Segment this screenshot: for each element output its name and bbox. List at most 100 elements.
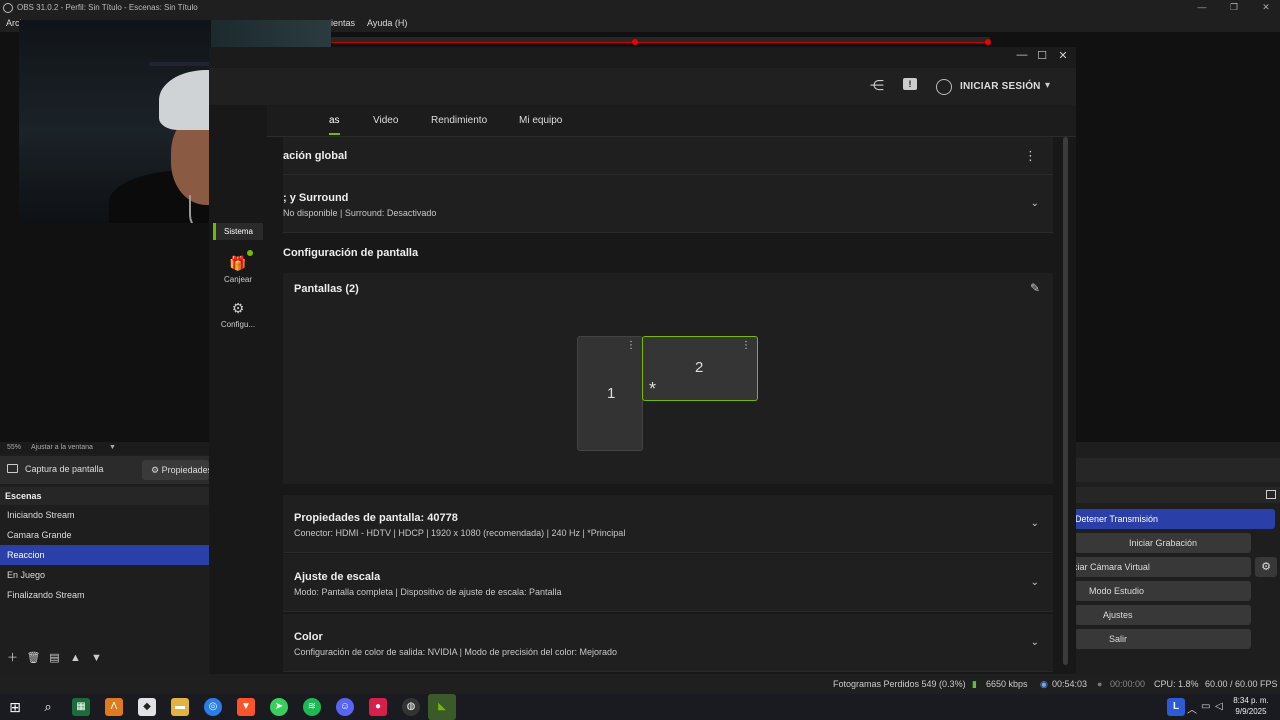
more-vertical-icon[interactable]: ⋮ [1024,148,1037,164]
arrow-down-icon[interactable]: ▼ [89,651,104,666]
app-icon-3[interactable]: ◆ [138,698,156,716]
settings-button[interactable]: Ajustes [1075,605,1251,625]
feedback-icon[interactable]: ! [903,78,917,90]
preview-fit-select[interactable]: Ajustar a la ventana [31,444,93,451]
obs-right-toolbar [1075,458,1280,482]
maximize-icon[interactable]: ❐ [1218,0,1250,14]
add-icon[interactable]: ＋ [5,651,20,666]
stream-time: 00:54:03 [1052,679,1088,689]
chevron-down-icon[interactable]: ▼ [109,444,116,451]
nvidia-content: ación global ⋮ ; y Surround No disponibl… [267,137,1062,674]
brave-icon[interactable]: ▼ [237,698,255,716]
obs-title-bar: OBS 31.0.2 - Perfil: Sin Título - Escena… [0,0,1280,15]
folder-icon[interactable]: ▬ [171,698,189,716]
surround-card[interactable]: ; y Surround No disponible | Surround: D… [283,175,1053,233]
controls-header [1075,487,1280,503]
monitor-label: 2 [695,359,704,376]
nvidia-tabs: as Video Rendimiento Mi equipo [267,105,1076,137]
monitor-label: 1 [607,385,616,402]
volume-icon[interactable]: ◁ [1215,701,1223,712]
close-icon[interactable]: ✕ [1250,0,1280,14]
sidebar-item-label: Configu... [220,320,256,329]
tab-video[interactable]: Video [373,115,398,126]
chevron-down-icon[interactable]: ⌄ [1031,518,1039,529]
edit-icon[interactable]: ✎ [1030,281,1040,295]
content-scrollbar[interactable] [1062,137,1068,667]
system-clock[interactable]: 8:34 p. m. 9/9/2025 [1226,695,1276,717]
transform-handle[interactable] [632,39,638,45]
studio-mode-button[interactable]: Modo Estudio [1075,581,1251,601]
minimize-icon[interactable]: — [1186,0,1218,14]
network-icon[interactable]: ▭ [1201,701,1210,712]
windows-start-icon[interactable]: ⊞ [6,698,24,716]
display-properties-card[interactable]: Propiedades de pantalla: 40778 Conector:… [283,495,1053,553]
scene-item[interactable]: Finalizando Stream [0,585,209,605]
global-config-card[interactable]: ación global ⋮ [283,137,1053,175]
source-toolbar: Captura de pantalla ⚙ Propiedades [0,456,209,484]
search-icon[interactable]: ⌕ [39,698,57,716]
tab-rendimiento[interactable]: Rendimiento [431,115,487,126]
signal-icon: ▮ [972,679,977,689]
chevron-down-icon[interactable]: ▾ [1045,80,1050,91]
arrow-up-icon[interactable]: ▲ [68,651,83,666]
transform-handle[interactable] [985,39,991,45]
chevron-down-icon[interactable]: ⌄ [1031,577,1039,588]
properties-button[interactable]: ⚙ Propiedades [142,460,209,480]
menu-ayuda[interactable]: Ayuda (H) [367,18,407,28]
chrome-icon[interactable]: ◎ [204,698,222,716]
language-indicator[interactable]: L [1167,698,1185,716]
app-icon-5[interactable]: ● [369,698,387,716]
filter-icon[interactable]: ▤ [47,651,62,666]
scene-item-active[interactable]: Reaccion [0,545,209,565]
more-vertical-icon[interactable]: ⋮ [626,340,636,351]
more-vertical-icon[interactable]: ⋮ [741,340,751,351]
scene-item[interactable]: En Juego [0,565,209,585]
chevron-down-icon[interactable]: ⌄ [1031,637,1039,648]
scene-item[interactable]: Iniciando Stream [0,505,209,525]
avatar-icon[interactable] [936,79,952,95]
tab-pantallas[interactable]: as [329,115,340,135]
app-icon-2[interactable]: Λ [105,698,123,716]
exit-button[interactable]: Salir [1075,629,1251,649]
maximize-icon[interactable]: ☐ [1032,49,1052,62]
stop-stream-button[interactable]: Detener Transmisión [1073,509,1275,529]
undock-icon[interactable] [1266,490,1276,499]
spotify-icon[interactable]: ≋ [303,698,321,716]
sidebar-item-redeem[interactable]: 🎁 Canjear [209,255,267,284]
obs-status-bar: Fotogramas Perdidos 549 (0.3%) ▮ 6650 kb… [0,674,1280,694]
login-button[interactable]: INICIAR SESIÓN [960,81,1041,92]
sidebar-item-system[interactable]: Sistema [213,223,263,240]
nvidia-app-window: — ☐ ✕ ⋲ ! INICIAR SESIÓN ▾ Sistema 🎁 Can… [209,47,1076,674]
obs-icon[interactable]: ◍ [402,698,420,716]
app-icon-1[interactable]: ▦ [72,698,90,716]
monitor-tile-1[interactable]: ⋮ 1 [577,336,643,451]
surround-subtitle: No disponible | Surround: Desactivado [283,208,437,218]
share-icon[interactable]: ⋲ [870,77,884,94]
gear-icon[interactable]: ⚙ [1255,557,1277,577]
card-title: Ajuste de escala [294,571,381,583]
minimize-icon[interactable]: — [1012,49,1032,61]
gear-icon: ⚙ [231,300,245,316]
sidebar-item-settings[interactable]: ⚙ Configu... [209,300,267,329]
preview-scale-row: 55% Ajustar a la ventana ▼ [0,442,209,454]
obs-logo-icon [3,2,13,13]
chevron-down-icon[interactable]: ⌄ [1031,198,1039,209]
scrollbar-thumb[interactable] [1063,137,1068,665]
menu-herramientas[interactable]: ientas [331,18,355,28]
start-recording-button[interactable]: Iniciar Grabación [1075,533,1251,553]
scene-item[interactable]: Camara Grande [0,525,209,545]
app-icon-4[interactable]: ➤ [270,698,288,716]
chevron-up-icon[interactable]: ︿ [1187,701,1197,716]
tab-mi-equipo[interactable]: Mi equipo [519,115,562,126]
global-config-title: ación global [283,150,348,162]
monitor-tile-2[interactable]: ⋮ 2 * [642,336,758,401]
discord-icon[interactable]: ☺ [336,698,354,716]
trash-icon[interactable]: 🗑 [26,651,41,666]
display-section-title: Configuración de pantalla [283,247,419,259]
color-card[interactable]: Color Configuración de color de salida: … [283,614,1053,672]
gift-icon: 🎁 [229,255,247,271]
scaling-card[interactable]: Ajuste de escala Modo: Pantalla completa… [283,554,1053,612]
close-icon[interactable]: ✕ [1053,49,1073,62]
nvidia-icon[interactable]: ◣ [428,694,456,720]
virtual-camera-button[interactable]: ciar Cámara Virtual [1063,557,1251,577]
